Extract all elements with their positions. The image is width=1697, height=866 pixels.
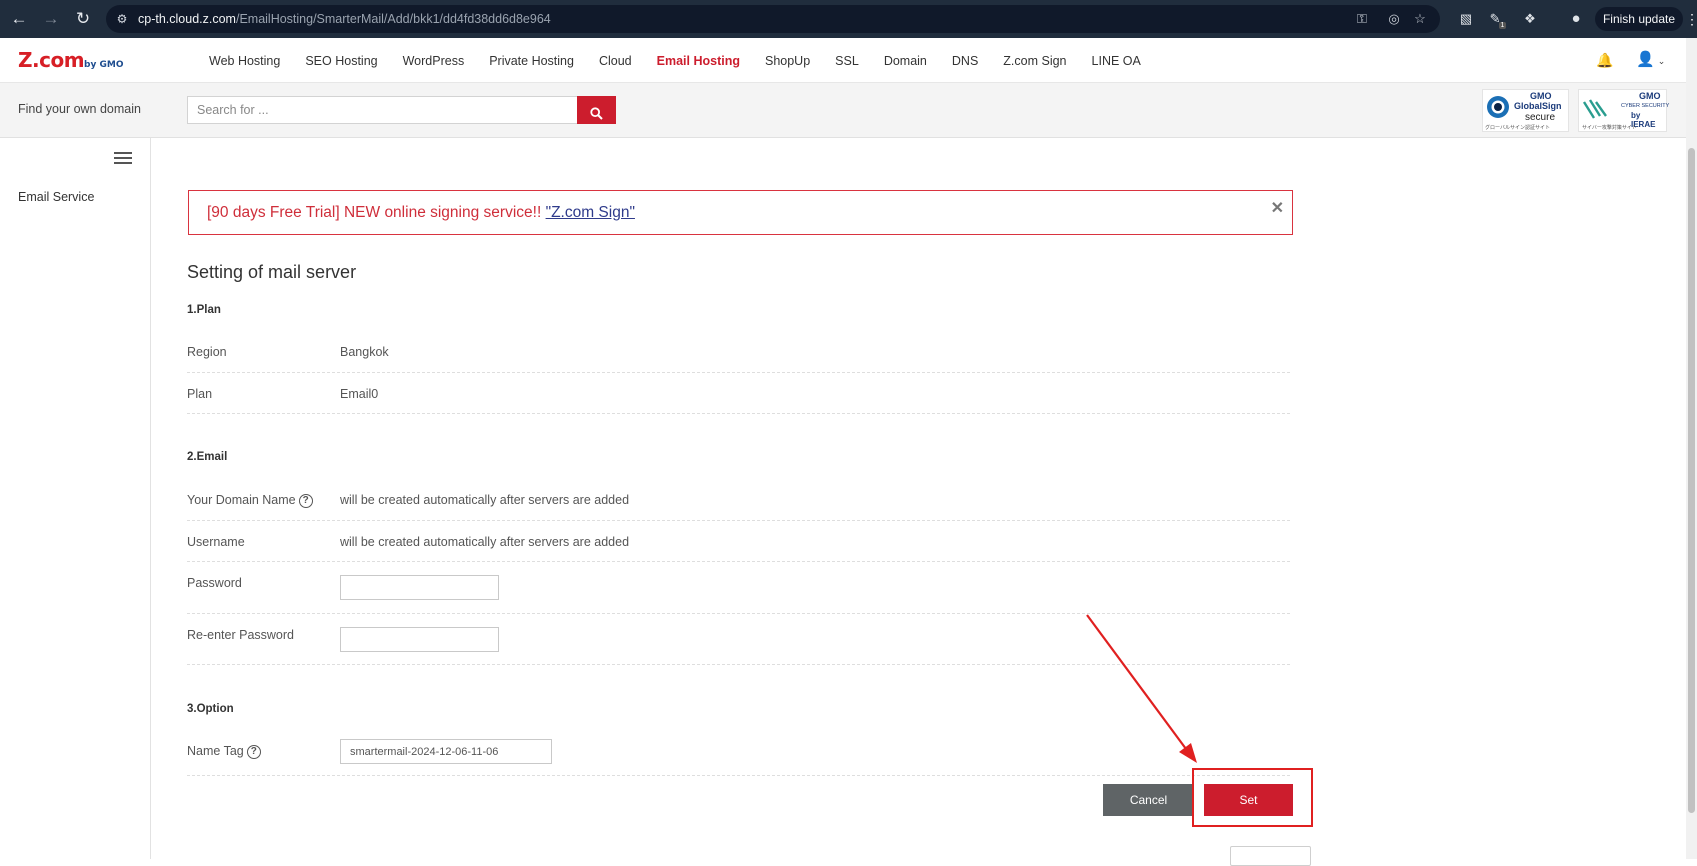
- zcom-logo[interactable]: Z.comby GMO: [18, 48, 123, 72]
- section-heading-plan: 1.Plan: [187, 304, 221, 316]
- help-icon[interactable]: ?: [298, 494, 313, 508]
- site-header: Z.comby GMO Web Hosting SEO Hosting Word…: [0, 38, 1686, 83]
- plan-value: Email0: [340, 387, 379, 401]
- browser-toolbar: ← → ↻ ⚙ cp-th.cloud.z.com/EmailHosting/S…: [0, 0, 1697, 38]
- nav-domain[interactable]: Domain: [884, 54, 927, 68]
- find-domain-label: Find your own domain: [18, 102, 141, 116]
- globalsign-eye-icon: [1487, 96, 1509, 118]
- nav-shopup[interactable]: ShopUp: [765, 54, 810, 68]
- search-icon: [590, 107, 603, 120]
- region-label: Region: [187, 345, 227, 359]
- password-label: Password: [187, 576, 242, 590]
- name-tag-field[interactable]: [340, 739, 552, 764]
- nav-wordpress[interactable]: WordPress: [403, 54, 465, 68]
- extension-badge: 1: [1498, 22, 1507, 29]
- eye-slash-icon[interactable]: ◎: [1386, 11, 1402, 27]
- username-label: Username: [187, 535, 245, 549]
- nav-email-hosting[interactable]: Email Hosting: [657, 54, 740, 68]
- ierae-stripes-icon: [1582, 99, 1607, 119]
- divider: [187, 664, 1290, 665]
- nav-zcom-sign[interactable]: Z.com Sign: [1003, 54, 1066, 68]
- back-icon[interactable]: ←: [8, 8, 30, 30]
- scrollbar-thumb[interactable]: [1688, 148, 1695, 813]
- domain-search-bar: Find your own domain GMO GlobalSign secu…: [0, 83, 1686, 138]
- password-field[interactable]: [340, 575, 499, 600]
- reenter-password-label: Re-enter Password: [187, 628, 294, 642]
- globalsign-seal[interactable]: GMO GlobalSign secure グローバルサイン認証サイト: [1482, 89, 1569, 132]
- domain-name-label: Your Domain Name?: [187, 493, 313, 508]
- site-settings-icon[interactable]: ⚙: [114, 11, 130, 27]
- nav-private-hosting[interactable]: Private Hosting: [489, 54, 574, 68]
- puzzle-icon[interactable]: ❖: [1520, 9, 1540, 29]
- extension-icon[interactable]: ✎1: [1488, 9, 1508, 29]
- reenter-password-field[interactable]: [340, 627, 499, 652]
- url-text: cp-th.cloud.z.com/EmailHosting/SmarterMa…: [138, 12, 551, 26]
- nav-line-oa[interactable]: LINE OA: [1092, 54, 1141, 68]
- highlight-box: [1192, 768, 1313, 827]
- nav-seo-hosting[interactable]: SEO Hosting: [305, 54, 377, 68]
- region-value: Bangkok: [340, 345, 389, 359]
- key-icon[interactable]: ⚿: [1354, 11, 1370, 27]
- sidebar: [0, 138, 151, 859]
- divider: [187, 775, 1290, 776]
- more-menu-icon[interactable]: ⋮: [1685, 7, 1697, 31]
- nav-dns[interactable]: DNS: [952, 54, 978, 68]
- page-scrollbar[interactable]: [1686, 38, 1697, 859]
- divider: [187, 561, 1290, 562]
- star-icon[interactable]: ☆: [1412, 11, 1428, 27]
- promo-banner: [90 days Free Trial] NEW online signing …: [188, 190, 1293, 235]
- domain-search-input[interactable]: [187, 96, 578, 124]
- nav-ssl[interactable]: SSL: [835, 54, 859, 68]
- forward-icon[interactable]: →: [40, 8, 62, 30]
- divider: [187, 413, 1290, 414]
- user-menu[interactable]: 👤 ⌄: [1636, 50, 1665, 68]
- name-tag-label: Name Tag?: [187, 744, 261, 759]
- banner-link[interactable]: "Z.com Sign": [546, 204, 635, 221]
- plan-label: Plan: [187, 387, 213, 401]
- page-title: Setting of mail server: [187, 262, 357, 282]
- nav-web-hosting[interactable]: Web Hosting: [209, 54, 280, 68]
- translate-icon[interactable]: ▧: [1456, 9, 1476, 29]
- reload-icon[interactable]: ↻: [72, 8, 94, 30]
- divider: [187, 613, 1290, 614]
- username-value: will be created automatically after serv…: [340, 535, 630, 549]
- close-icon[interactable]: ✕: [1271, 198, 1284, 218]
- main-nav: Web Hosting SEO Hosting WordPress Privat…: [209, 38, 1166, 83]
- ierae-seal[interactable]: GMO CYBER SECURITY by IERAE サイバー攻撃対策サイト: [1578, 89, 1669, 132]
- address-bar[interactable]: ⚙ cp-th.cloud.z.com/EmailHosting/Smarter…: [106, 5, 1440, 33]
- user-icon: 👤: [1636, 51, 1655, 68]
- section-heading-email: 2.Email: [187, 451, 228, 463]
- section-heading-option: 3.Option: [187, 703, 234, 715]
- domain-name-value: will be created automatically after serv…: [340, 493, 630, 507]
- bell-icon[interactable]: 🔔: [1596, 52, 1613, 69]
- divider: [187, 372, 1290, 373]
- finish-update-button[interactable]: Finish update ⋮: [1595, 7, 1697, 31]
- profile-avatar-icon[interactable]: ●: [1566, 9, 1586, 29]
- chevron-down-icon: ⌄: [1657, 56, 1666, 66]
- divider: [187, 520, 1290, 521]
- cancel-button[interactable]: Cancel: [1103, 784, 1194, 816]
- banner-text: [90 days Free Trial] NEW online signing …: [207, 204, 546, 221]
- search-button[interactable]: [577, 96, 616, 124]
- partial-button[interactable]: [1230, 846, 1311, 866]
- nav-cloud[interactable]: Cloud: [599, 54, 632, 68]
- hamburger-menu-icon[interactable]: [114, 152, 132, 166]
- sidebar-item-email-service[interactable]: Email Service: [18, 190, 94, 204]
- help-icon[interactable]: ?: [246, 745, 261, 759]
